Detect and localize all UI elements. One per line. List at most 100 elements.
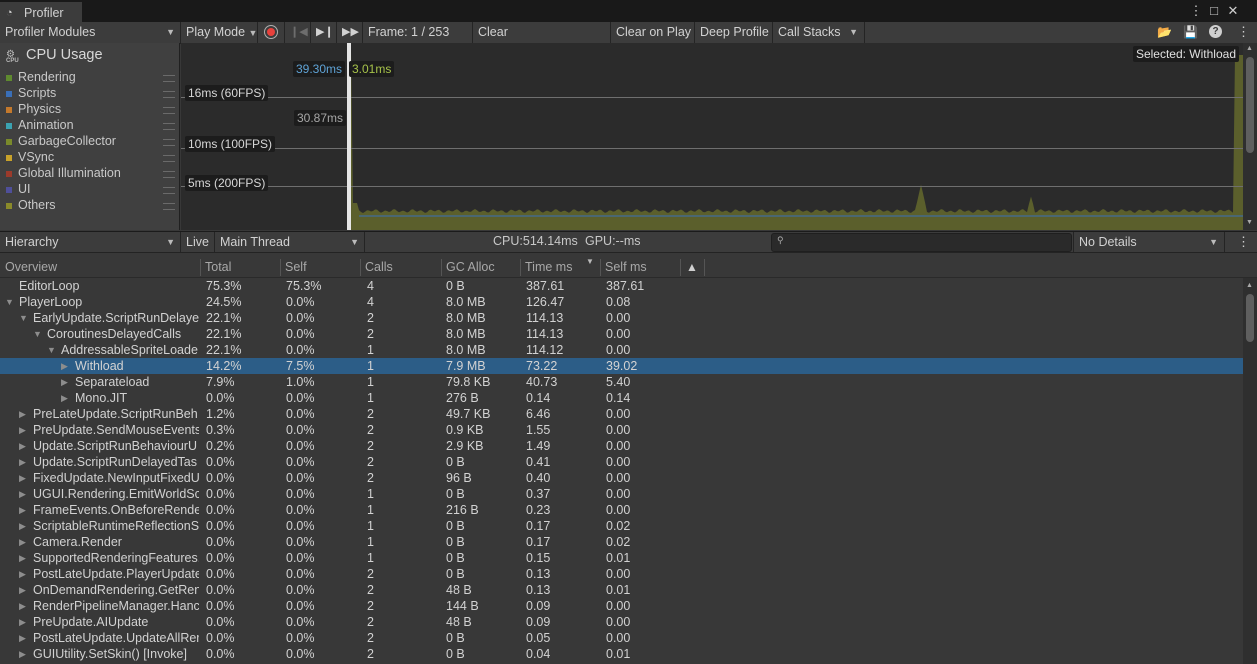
legend-item[interactable]: VSync bbox=[0, 150, 178, 166]
clear-on-play-button[interactable]: Clear on Play bbox=[611, 22, 695, 43]
expand-closed-icon[interactable]: ▶ bbox=[61, 358, 68, 374]
expand-closed-icon[interactable]: ▶ bbox=[19, 646, 26, 662]
expand-closed-icon[interactable]: ▶ bbox=[19, 470, 26, 486]
legend-item[interactable]: Animation bbox=[0, 118, 178, 134]
table-row[interactable]: ▼ EarlyUpdate.ScriptRunDelaye 22.1% 0.0% 2 8.… bbox=[0, 310, 1243, 326]
table-row[interactable]: ▶ GUIUtility.SetSkin() [Invoke] 0.0% 0.0% 2 0… bbox=[0, 646, 1243, 662]
column-self-ms[interactable]: Self ms bbox=[605, 257, 647, 277]
expand-open-icon[interactable]: ▼ bbox=[19, 310, 28, 326]
expand-closed-icon[interactable]: ▶ bbox=[19, 534, 26, 550]
column-gc-alloc[interactable]: GC Alloc bbox=[446, 257, 495, 277]
thread-dropdown[interactable]: Main Thread ▼ bbox=[215, 232, 365, 252]
column-time-ms[interactable]: Time ms bbox=[525, 257, 572, 277]
table-row[interactable]: ▶ ScriptableRuntimeReflectionS 0.0% 0.0% 1 0 … bbox=[0, 518, 1243, 534]
hierarchy-table[interactable]: EditorLoop 75.3% 75.3% 4 0 B 387.61 387.61 ▼ Pla… bbox=[0, 278, 1243, 664]
expand-closed-icon[interactable]: ▶ bbox=[19, 614, 26, 630]
drag-handle-icon[interactable] bbox=[163, 75, 175, 82]
more-vertical-icon[interactable]: ⋮ bbox=[1237, 24, 1250, 40]
table-row[interactable]: ▶ FrameEvents.OnBeforeRende 0.0% 0.0% 1 216 B… bbox=[0, 502, 1243, 518]
table-row[interactable]: ▶ PreLateUpdate.ScriptRunBeh 1.2% 0.0% 2 49.7… bbox=[0, 406, 1243, 422]
scroll-up-icon[interactable]: ▲ bbox=[1246, 45, 1253, 52]
expand-open-icon[interactable]: ▼ bbox=[47, 342, 56, 358]
expand-closed-icon[interactable]: ▶ bbox=[19, 502, 26, 518]
table-row[interactable]: ▶ Mono.JIT 0.0% 0.0% 1 276 B 0.14 0.14 bbox=[0, 390, 1243, 406]
drag-handle-icon[interactable] bbox=[163, 155, 175, 162]
expand-closed-icon[interactable]: ▶ bbox=[19, 406, 26, 422]
table-row[interactable]: ▶ OnDemandRendering.GetRen 0.0% 0.0% 2 48 B 0.… bbox=[0, 582, 1243, 598]
search-input[interactable]: ⚲ bbox=[771, 233, 1072, 252]
save-icon[interactable]: 💾 bbox=[1183, 25, 1198, 39]
cpu-usage-chart[interactable]: 16ms (60FPS) 10ms (100FPS) 5ms (200FPS) … bbox=[181, 43, 1243, 230]
expand-closed-icon[interactable]: ▶ bbox=[19, 550, 26, 566]
drag-handle-icon[interactable] bbox=[163, 139, 175, 146]
table-row[interactable]: ▶ SupportedRenderingFeatures. 0.0% 0.0% 1 0 B… bbox=[0, 550, 1243, 566]
table-row[interactable]: ▼ CoroutinesDelayedCalls 22.1% 0.0% 2 8.0 MB 1… bbox=[0, 326, 1243, 342]
warning-icon[interactable]: ▲ bbox=[686, 260, 698, 274]
cpu-module-panel[interactable]: ⚙ CPU CPU Usage Rendering Scripts Physics A… bbox=[0, 43, 180, 230]
column-self[interactable]: Self bbox=[285, 257, 307, 277]
table-row[interactable]: ▶ PostLateUpdate.UpdateAllRer 0.0% 0.0% 2 0 B… bbox=[0, 630, 1243, 646]
column-overview[interactable]: Overview bbox=[5, 257, 57, 277]
tab-profiler[interactable]: ◔ Profiler bbox=[0, 2, 82, 22]
legend-item[interactable]: Physics bbox=[0, 102, 178, 118]
clear-button[interactable]: Clear bbox=[473, 22, 611, 43]
legend-item[interactable]: UI bbox=[0, 182, 178, 198]
scrollbar-thumb[interactable] bbox=[1246, 57, 1254, 153]
drag-handle-icon[interactable] bbox=[163, 123, 175, 130]
table-row[interactable]: ▶ PreUpdate.SendMouseEvents 0.3% 0.0% 2 0.9 K… bbox=[0, 422, 1243, 438]
table-row[interactable]: ▶ FixedUpdate.NewInputFixedU 0.0% 0.0% 2 96 B… bbox=[0, 470, 1243, 486]
chart-scrollbar[interactable]: ▲ ▼ bbox=[1243, 43, 1257, 230]
legend-item[interactable]: Rendering bbox=[0, 70, 178, 86]
table-row[interactable]: ▼ AddressableSpriteLoade 22.1% 0.0% 1 8.0 MB 1… bbox=[0, 342, 1243, 358]
expand-open-icon[interactable]: ▼ bbox=[33, 326, 42, 342]
expand-open-icon[interactable]: ▼ bbox=[5, 294, 14, 310]
expand-closed-icon[interactable]: ▶ bbox=[19, 422, 26, 438]
call-stacks-dropdown[interactable]: Call Stacks ▼ bbox=[773, 22, 865, 43]
more-vertical-icon[interactable]: ⋮ bbox=[1188, 3, 1204, 19]
record-button[interactable] bbox=[259, 22, 285, 43]
table-row[interactable]: ▶ Withload 14.2% 7.5% 1 7.9 MB 73.22 39.02 bbox=[0, 358, 1243, 374]
legend-item[interactable]: Global Illumination bbox=[0, 166, 178, 182]
table-row[interactable]: ▶ Camera.Render 0.0% 0.0% 1 0 B 0.17 0.02 bbox=[0, 534, 1243, 550]
legend-item[interactable]: GarbageCollector bbox=[0, 134, 178, 150]
expand-closed-icon[interactable]: ▶ bbox=[19, 518, 26, 534]
details-dropdown[interactable]: No Details ▼ bbox=[1073, 232, 1225, 252]
table-row[interactable]: ▶ PostLateUpdate.PlayerUpdate 0.0% 0.0% 2 0 B… bbox=[0, 566, 1243, 582]
table-row[interactable]: ▶ RenderPipelineManager.Hanc 0.0% 0.0% 2 144 … bbox=[0, 598, 1243, 614]
help-icon[interactable]: ? bbox=[1209, 25, 1222, 38]
table-row[interactable]: ▶ Update.ScriptRunDelayedTas 0.0% 0.0% 2 0 B 0… bbox=[0, 454, 1243, 470]
expand-closed-icon[interactable]: ▶ bbox=[19, 454, 26, 470]
legend-item[interactable]: Others bbox=[0, 198, 178, 214]
expand-closed-icon[interactable]: ▶ bbox=[19, 438, 26, 454]
view-type-dropdown[interactable]: Hierarchy ▼ bbox=[0, 232, 181, 252]
expand-closed-icon[interactable]: ▶ bbox=[19, 598, 26, 614]
maximize-icon[interactable]: □ bbox=[1206, 3, 1222, 18]
drag-handle-icon[interactable] bbox=[163, 91, 175, 98]
expand-closed-icon[interactable]: ▶ bbox=[61, 374, 68, 390]
drag-handle-icon[interactable] bbox=[163, 187, 175, 194]
expand-closed-icon[interactable]: ▶ bbox=[19, 486, 26, 502]
column-total[interactable]: Total bbox=[205, 257, 231, 277]
deep-profile-button[interactable]: Deep Profile bbox=[695, 22, 773, 43]
next-frame-button[interactable]: ▶❙ bbox=[311, 22, 337, 43]
table-row[interactable]: ▼ PlayerLoop 24.5% 0.0% 4 8.0 MB 126.47 0.08 bbox=[0, 294, 1243, 310]
scroll-up-icon[interactable]: ▲ bbox=[1246, 282, 1253, 289]
previous-frame-button[interactable]: ❙◀ bbox=[285, 22, 311, 43]
scrollbar-thumb[interactable] bbox=[1246, 294, 1254, 342]
legend-item[interactable]: Scripts bbox=[0, 86, 178, 102]
close-icon[interactable]: ✕ bbox=[1225, 3, 1241, 19]
current-frame-button[interactable]: ▶▶ bbox=[337, 22, 363, 43]
table-scrollbar[interactable]: ▲ bbox=[1243, 278, 1257, 664]
load-icon[interactable]: 📂 bbox=[1157, 25, 1172, 39]
expand-closed-icon[interactable]: ▶ bbox=[19, 582, 26, 598]
expand-closed-icon[interactable]: ▶ bbox=[19, 566, 26, 582]
table-row[interactable]: ▶ Separateload 7.9% 1.0% 1 79.8 KB 40.73 5.40 bbox=[0, 374, 1243, 390]
profiler-modules-dropdown[interactable]: Profiler Modules ▼ bbox=[0, 22, 181, 43]
live-toggle[interactable]: Live bbox=[181, 232, 215, 252]
table-row[interactable]: EditorLoop 75.3% 75.3% 4 0 B 387.61 387.61 bbox=[0, 278, 1243, 294]
table-row[interactable]: ▶ Update.ScriptRunBehaviourU 0.2% 0.0% 2 2.9 … bbox=[0, 438, 1243, 454]
play-mode-dropdown[interactable]: Play Mode ▼ bbox=[181, 22, 258, 43]
scroll-down-icon[interactable]: ▼ bbox=[1246, 219, 1253, 226]
column-calls[interactable]: Calls bbox=[365, 257, 393, 277]
expand-closed-icon[interactable]: ▶ bbox=[61, 390, 68, 406]
